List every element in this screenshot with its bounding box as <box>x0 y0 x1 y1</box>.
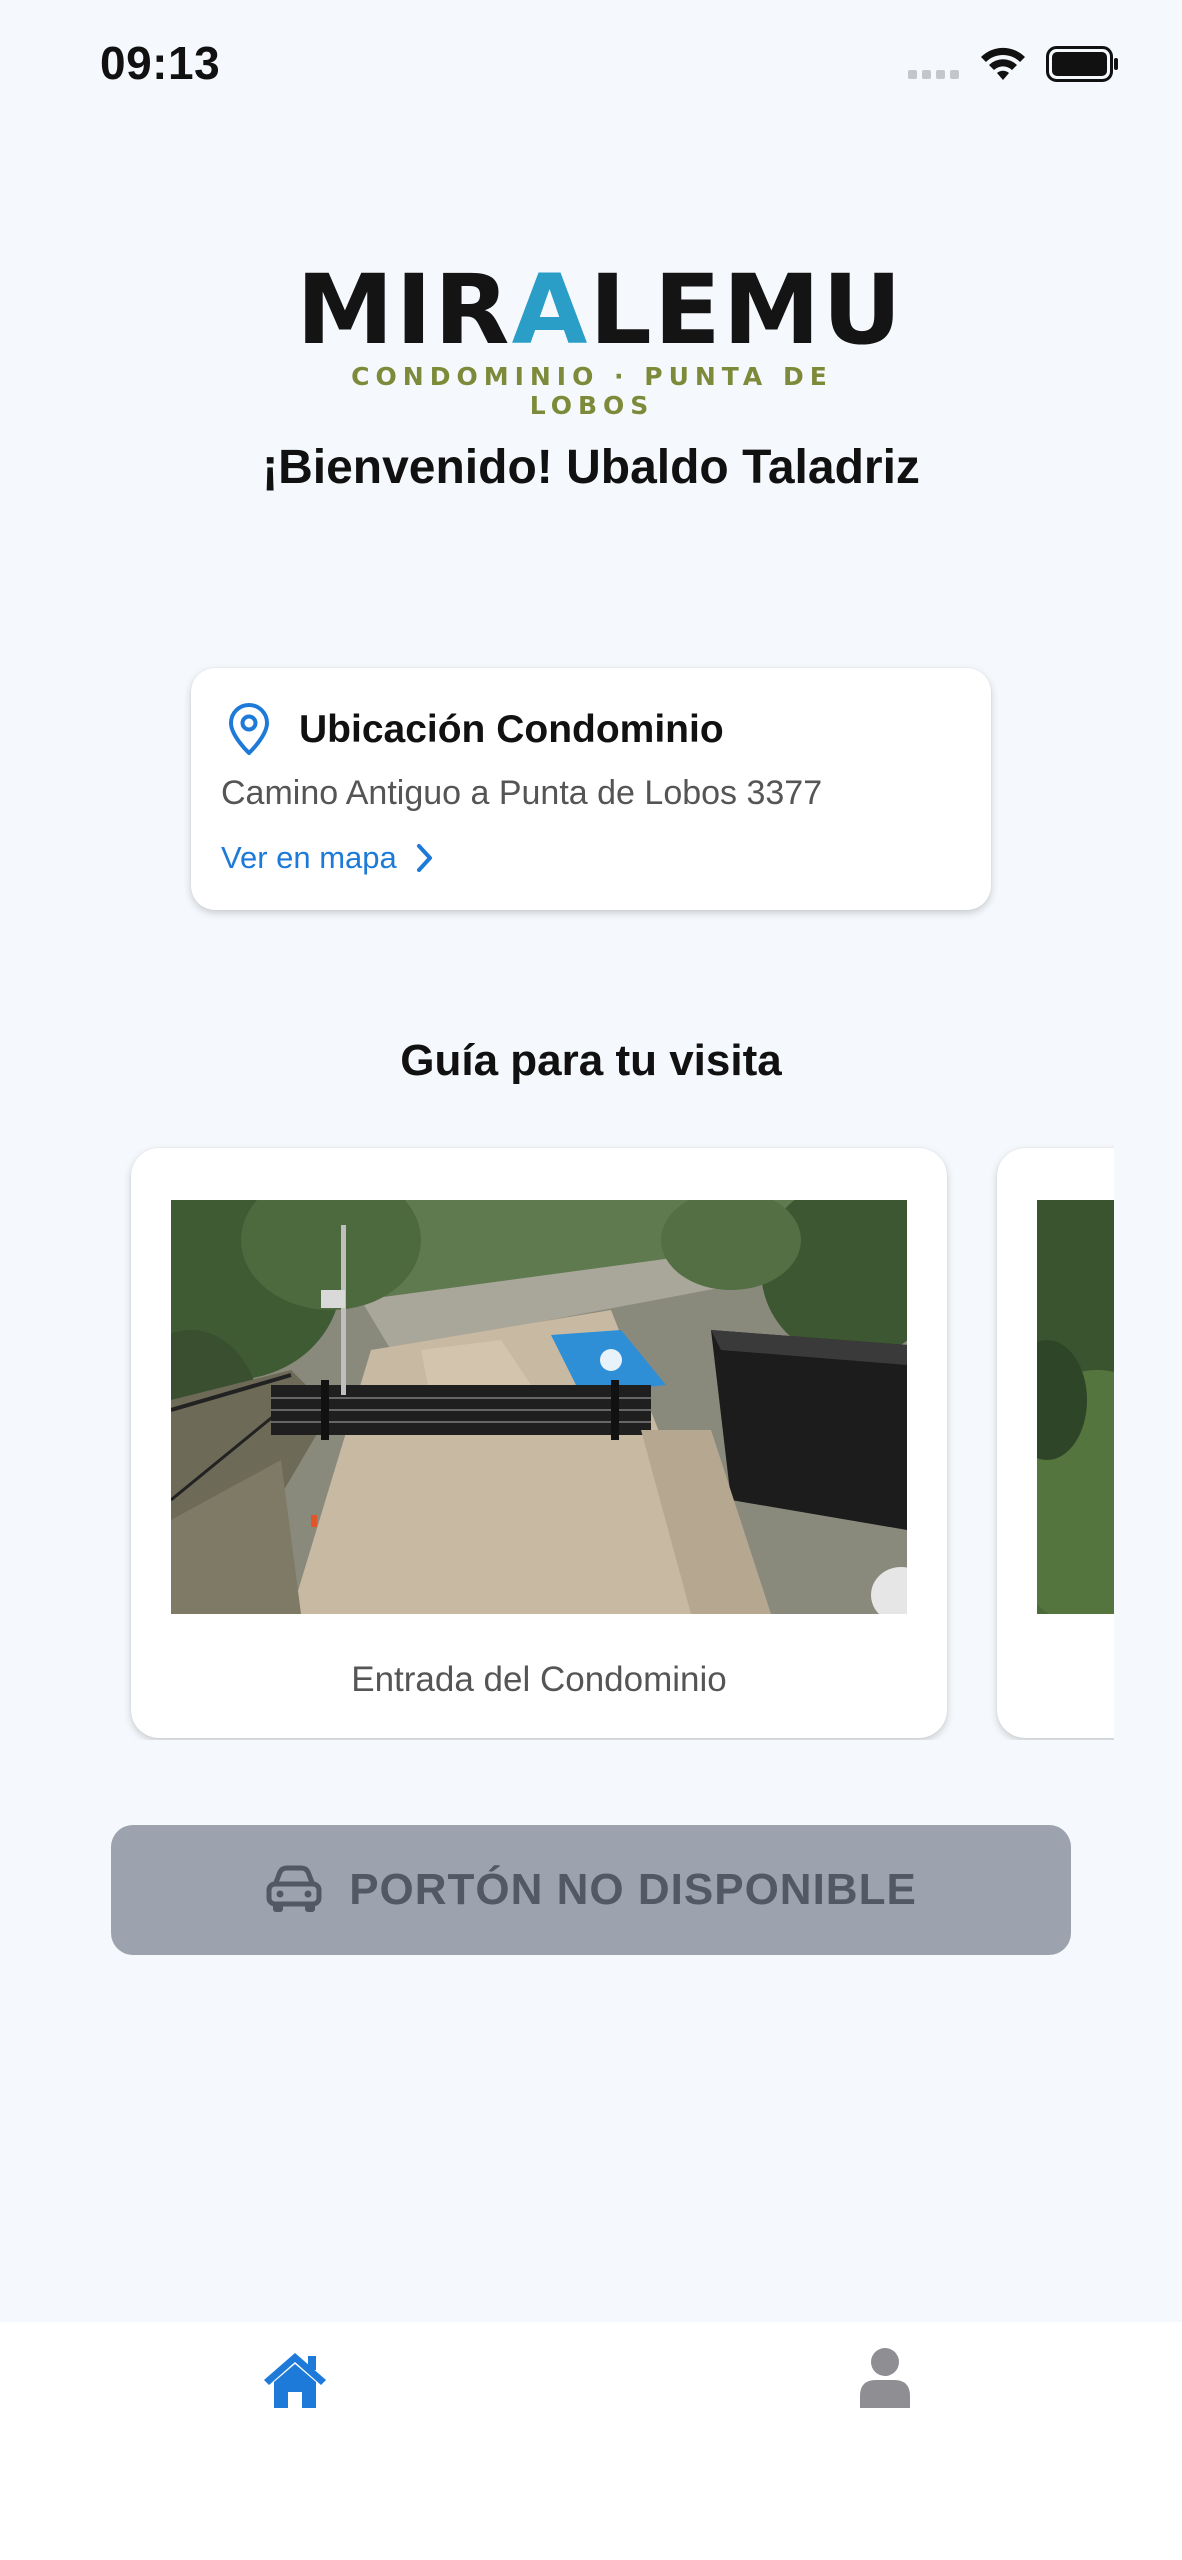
logo: MIRALEMU CONDOMINIO · PUNTA DE LOBOS <box>296 262 902 420</box>
logo-wordmark: MIRALEMU <box>296 254 904 366</box>
view-map-link[interactable]: Ver en mapa <box>221 840 435 876</box>
logo-subtitle: CONDOMINIO · PUNTA DE LOBOS <box>351 362 833 420</box>
chevron-right-icon <box>416 844 432 872</box>
tab-bar <box>0 2322 1182 2560</box>
gate-button[interactable]: PORTÓN NO DISPONIBLE <box>111 1825 1071 1955</box>
home-icon[interactable] <box>262 2350 328 2410</box>
location-card: Ubicación Condominio Camino Antiguo a Pu… <box>191 668 991 910</box>
location-pin-icon <box>229 703 269 755</box>
signal-icon <box>908 70 959 79</box>
wifi-icon <box>981 47 1025 80</box>
guide-card[interactable]: Entrada del Condominio <box>131 1148 947 1738</box>
status-bar: 09:13 <box>0 0 1182 130</box>
user-icon[interactable] <box>858 2346 912 2410</box>
app-screen: 09:13 MIRALEMU CONDOMINIO · PUNTA DE LOB… <box>0 0 1182 2560</box>
guide-card[interactable] <box>997 1148 1114 1738</box>
car-icon <box>266 1865 322 1912</box>
location-address: Camino Antiguo a Punta de Lobos 3377 <box>221 774 823 812</box>
battery-icon <box>1046 46 1118 82</box>
status-time: 09:13 <box>100 37 221 89</box>
gate-button-label: PORTÓN NO DISPONIBLE <box>349 1865 917 1914</box>
trees-photo <box>1037 1200 1114 1614</box>
location-title: Ubicación Condominio <box>299 708 724 751</box>
guide-carousel[interactable]: Entrada del Condominio <box>0 1140 1114 1740</box>
entrance-photo <box>171 1200 907 1614</box>
view-map-label: Ver en mapa <box>221 840 397 875</box>
guide-caption: Entrada del Condominio <box>351 1660 727 1699</box>
welcome-heading: ¡Bienvenido! Ubaldo Taladriz <box>262 441 920 494</box>
guide-title: Guía para tu visita <box>400 1036 782 1085</box>
